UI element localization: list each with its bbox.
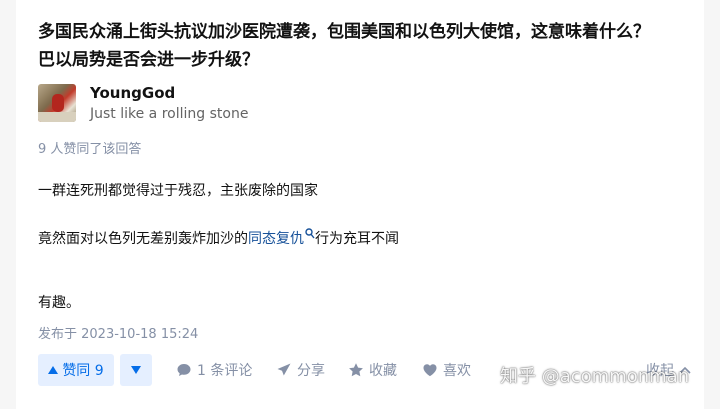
comment-button[interactable]: 1 条评论 bbox=[176, 354, 252, 386]
share-label: 分享 bbox=[297, 363, 325, 379]
vote-count-text: 9 人赞同了该回答 bbox=[38, 142, 142, 157]
downvote-button[interactable] bbox=[120, 354, 152, 386]
publish-time[interactable]: 发布于 2023-10-18 15:24 bbox=[38, 323, 198, 342]
search-icon[interactable] bbox=[305, 228, 315, 240]
avatar-figure bbox=[52, 94, 64, 112]
question-title-line1[interactable]: 多国民众涌上街头抗议加沙医院遭袭，包围美国和以色列大使馆，这意味着什么？ bbox=[38, 18, 698, 46]
question-title-line2[interactable]: 巴以局势是否会进一步升级？ bbox=[38, 46, 698, 74]
answer-paragraph-2: 竟然面对以色列无差别轰炸加沙的同态复仇 行为充耳不闻 bbox=[38, 228, 399, 248]
favorite-label: 收藏 bbox=[369, 363, 397, 379]
triangle-up-icon bbox=[48, 366, 59, 374]
favorite-button[interactable]: 收藏 bbox=[348, 354, 397, 386]
answer-paragraph-1: 一群连死刑都觉得过于残忍，主张废除的国家 bbox=[38, 183, 318, 199]
comment-label: 1 条评论 bbox=[197, 363, 253, 379]
like-label: 喜欢 bbox=[443, 363, 471, 379]
comment-icon bbox=[177, 364, 191, 376]
avatar[interactable] bbox=[38, 84, 76, 122]
watermark: 知乎 @acommonman bbox=[500, 366, 690, 387]
like-button[interactable]: 喜欢 bbox=[422, 354, 471, 386]
share-button[interactable]: 分享 bbox=[276, 354, 325, 386]
paragraph-text-after: 行为充耳不闻 bbox=[315, 231, 399, 247]
answer-paragraph-3: 有趣。 bbox=[38, 295, 80, 311]
paragraph-text-before: 竟然面对以色列无差别轰炸加沙的 bbox=[38, 231, 248, 247]
upvote-button[interactable]: 赞同 9 bbox=[38, 354, 114, 386]
author-bio: Just like a rolling stone bbox=[90, 106, 249, 122]
answer-card: 多国民众涌上街头抗议加沙医院遭袭，包围美国和以色列大使馆，这意味着什么？ 巴以局… bbox=[16, 0, 704, 409]
star-icon bbox=[349, 363, 363, 377]
avatar-shelf bbox=[38, 112, 76, 122]
question-title[interactable]: 多国民众涌上街头抗议加沙医院遭袭，包围美国和以色列大使馆，这意味着什么？ 巴以局… bbox=[38, 18, 698, 74]
upvote-label: 赞同 9 bbox=[62, 363, 104, 379]
triangle-down-icon bbox=[131, 366, 141, 374]
heart-icon bbox=[423, 364, 437, 377]
share-icon bbox=[277, 363, 291, 376]
keyword-search-link[interactable]: 同态复仇 bbox=[248, 228, 315, 247]
keyword-link-text[interactable]: 同态复仇 bbox=[248, 231, 304, 247]
author-name[interactable]: YoungGod bbox=[90, 84, 175, 102]
